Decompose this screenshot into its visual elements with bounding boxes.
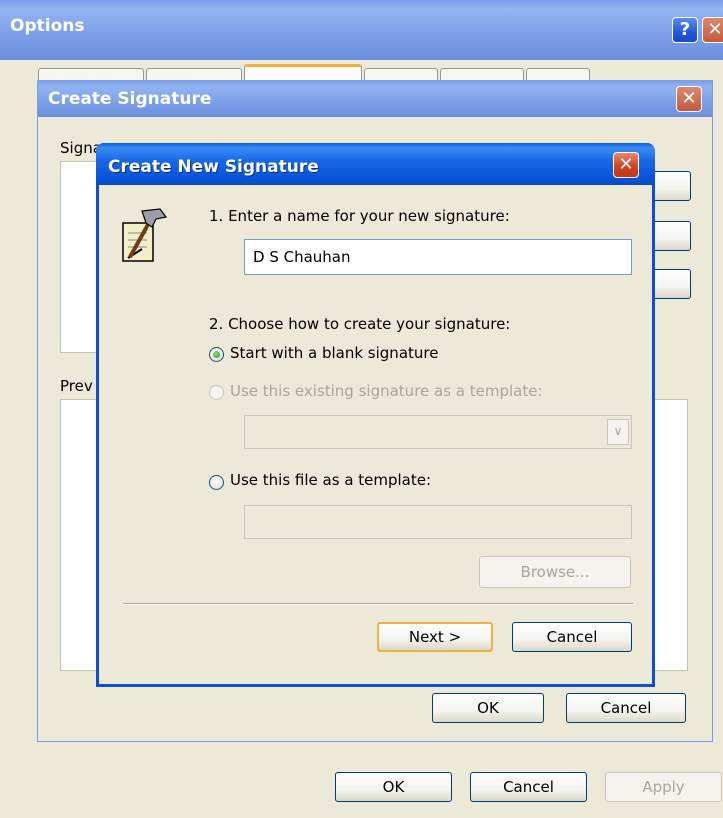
- help-button[interactable]: ?: [672, 17, 698, 43]
- close-icon: ✕: [618, 154, 634, 175]
- radio-blank-signature[interactable]: [209, 347, 224, 362]
- radio-blank-signature-label[interactable]: Start with a blank signature: [230, 344, 438, 362]
- create-signature-cancel-button[interactable]: Cancel: [566, 693, 686, 723]
- step1-label: 1. Enter a name for your new signature:: [209, 207, 510, 225]
- radio-file-template-label[interactable]: Use this file as a template:: [230, 471, 431, 489]
- template-file-input[interactable]: [244, 505, 632, 539]
- create-signature-close-button[interactable]: ✕: [676, 86, 702, 112]
- new-signature-close-button[interactable]: ✕: [613, 152, 639, 178]
- preview-label: Prev: [60, 377, 93, 395]
- next-button[interactable]: Next >: [377, 622, 493, 652]
- close-icon: ✕: [707, 19, 723, 40]
- chevron-down-icon[interactable]: ∨: [607, 419, 629, 445]
- options-cancel-button[interactable]: Cancel: [470, 772, 587, 802]
- create-new-signature-dialog: Create New Signature ✕ 1. Enter a name f…: [96, 143, 655, 687]
- options-title: Options: [10, 16, 85, 36]
- create-signature-title: Create Signature: [48, 89, 212, 109]
- new-signature-cancel-button[interactable]: Cancel: [512, 622, 632, 652]
- options-tab-strip: [38, 64, 598, 85]
- close-icon: ✕: [681, 88, 697, 109]
- signature-wizard-icon: [120, 205, 170, 263]
- browse-button[interactable]: Browse...: [479, 556, 631, 588]
- options-apply-button[interactable]: Apply: [605, 772, 722, 802]
- radio-existing-signature-label[interactable]: Use this existing signature as a templat…: [230, 382, 543, 400]
- step2-label: 2. Choose how to create your signature:: [209, 315, 511, 333]
- signature-name-input[interactable]: D S Chauhan: [244, 239, 632, 275]
- radio-file-template[interactable]: [209, 475, 224, 490]
- radio-existing-signature[interactable]: [209, 385, 224, 400]
- existing-signature-select[interactable]: ∨: [244, 415, 632, 449]
- new-signature-title: Create New Signature: [108, 157, 319, 177]
- divider: [123, 603, 633, 605]
- options-ok-button[interactable]: OK: [335, 772, 452, 802]
- options-title-bar[interactable]: Options: [0, 0, 723, 60]
- create-signature-ok-button[interactable]: OK: [432, 693, 544, 723]
- create-signature-title-bar[interactable]: Create Signature: [38, 81, 712, 117]
- options-close-button[interactable]: ✕: [702, 17, 723, 43]
- signature-name-value: D S Chauhan: [253, 248, 351, 266]
- new-signature-title-bar[interactable]: Create New Signature: [96, 143, 655, 185]
- help-icon: ?: [679, 19, 691, 40]
